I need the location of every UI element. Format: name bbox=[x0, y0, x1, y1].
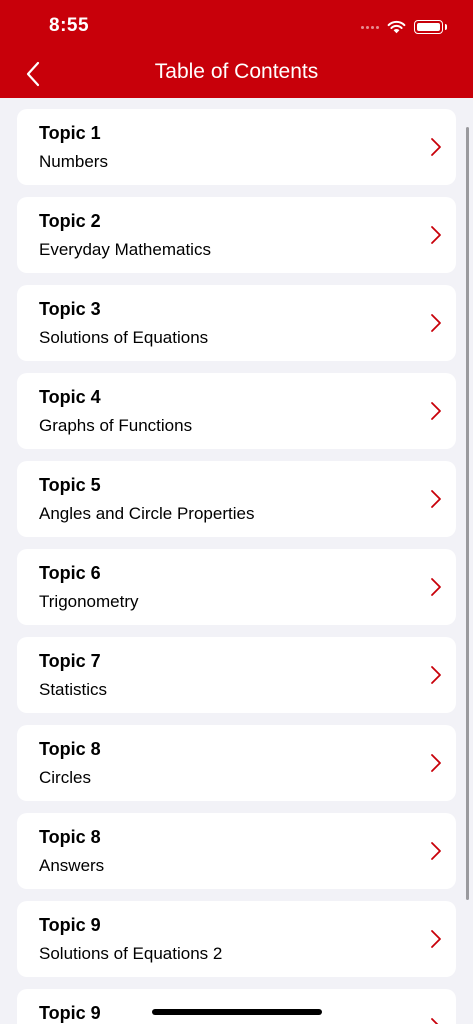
topic-title: Topic 6 bbox=[39, 563, 101, 583]
page-title: Table of Contents bbox=[154, 60, 319, 83]
topic-row[interactable]: Topic 1 Numbers bbox=[17, 109, 456, 185]
topic-row[interactable]: Topic 5 Angles and Circle Properties bbox=[17, 461, 456, 537]
topic-row[interactable]: Topic 6 Trigonometry bbox=[17, 549, 456, 625]
topic-title: Topic 8 bbox=[39, 739, 101, 759]
chevron-right-icon bbox=[431, 754, 441, 772]
topic-subtitle: Answers bbox=[39, 856, 105, 875]
topic-row[interactable]: Topic 3 Solutions of Equations bbox=[17, 285, 456, 361]
battery-icon bbox=[414, 20, 447, 34]
topic-row[interactable]: Topic 4 Graphs of Functions bbox=[17, 373, 456, 449]
topic-row[interactable]: Topic 9 Solutions of Equations 2 bbox=[17, 901, 456, 977]
status-indicators bbox=[361, 17, 447, 37]
topic-title: Topic 1 bbox=[39, 123, 101, 143]
topic-row[interactable]: Topic 8 Circles bbox=[17, 725, 456, 801]
chevron-right-icon bbox=[431, 930, 441, 948]
topic-title: Topic 8 bbox=[39, 827, 101, 847]
home-indicator[interactable] bbox=[152, 1009, 322, 1015]
topic-subtitle: Solutions of Equations 2 bbox=[39, 944, 223, 963]
topic-title: Topic 2 bbox=[39, 211, 101, 231]
chevron-right-icon bbox=[431, 138, 441, 156]
topic-title: Topic 9 bbox=[39, 915, 101, 935]
topic-subtitle: Angles and Circle Properties bbox=[39, 504, 255, 523]
chevron-right-icon bbox=[431, 314, 441, 332]
topic-title: Topic 5 bbox=[39, 475, 101, 495]
topic-subtitle: Numbers bbox=[39, 152, 108, 171]
topic-subtitle: Statistics bbox=[39, 680, 108, 699]
topic-row[interactable]: Topic 8 Answers bbox=[17, 813, 456, 889]
wifi-icon bbox=[387, 20, 406, 34]
chevron-right-icon bbox=[431, 578, 441, 596]
topic-title: Topic 7 bbox=[39, 651, 101, 671]
topic-row[interactable]: Topic 9 bbox=[17, 989, 456, 1024]
topic-title: Topic 4 bbox=[39, 387, 101, 407]
status-time: 8:55 bbox=[49, 15, 90, 36]
topic-subtitle: Circles bbox=[39, 768, 91, 787]
topic-row[interactable]: Topic 2 Everyday Mathematics bbox=[17, 197, 456, 273]
topic-row[interactable]: Topic 7 Statistics bbox=[17, 637, 456, 713]
topic-list[interactable]: Topic 1 Numbers Topic 2 Everyday Mathematic… bbox=[0, 98, 473, 1024]
topic-subtitle: Trigonometry bbox=[39, 592, 139, 611]
chevron-right-icon bbox=[431, 226, 441, 244]
topic-subtitle: Solutions of Equations bbox=[39, 328, 209, 347]
chevron-right-icon bbox=[431, 402, 441, 420]
chevron-right-icon bbox=[431, 666, 441, 684]
chevron-right-icon bbox=[431, 842, 441, 860]
cellular-signal-icon bbox=[361, 25, 379, 29]
topic-title: Topic 3 bbox=[39, 299, 101, 319]
navigation-header: 8:55 Table of Contents bbox=[0, 0, 473, 98]
topic-subtitle: Graphs of Functions bbox=[39, 416, 193, 435]
topic-subtitle: Everyday Mathematics bbox=[39, 240, 211, 259]
chevron-right-icon bbox=[431, 490, 441, 508]
topic-title: Topic 9 bbox=[39, 1003, 101, 1023]
scrollbar[interactable] bbox=[466, 127, 469, 900]
chevron-right-icon bbox=[431, 1018, 439, 1024]
